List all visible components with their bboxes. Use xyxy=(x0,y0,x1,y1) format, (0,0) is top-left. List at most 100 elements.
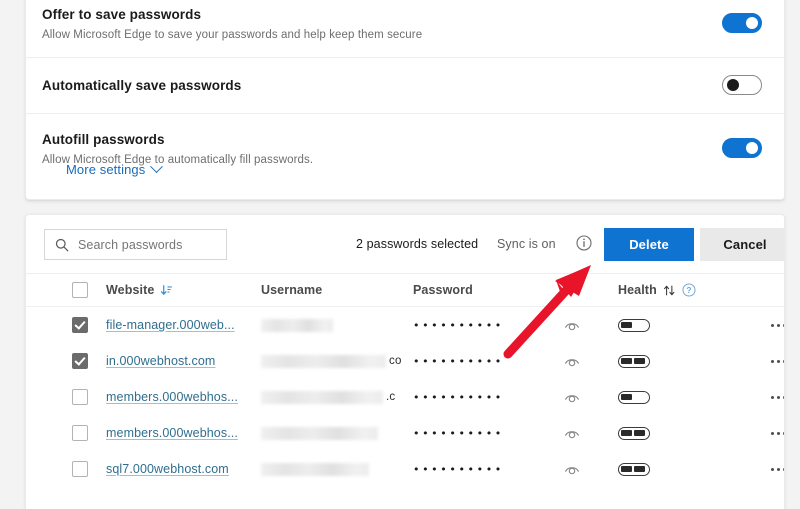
table-row[interactable]: sql7.000webhost.com •••••••••• xyxy=(26,451,784,487)
dot xyxy=(783,396,785,399)
dot xyxy=(771,396,774,399)
password-health-indicator[interactable] xyxy=(618,391,650,404)
dot xyxy=(771,432,774,435)
table-row[interactable]: file-manager.000web... •••••••••• xyxy=(26,307,784,343)
eye-icon[interactable] xyxy=(563,352,581,370)
password-masked: •••••••••• xyxy=(413,355,504,368)
row-select-checkbox[interactable] xyxy=(72,317,88,333)
table-row[interactable]: members.000webhos....c•••••••••• xyxy=(26,379,784,415)
search-placeholder: Search passwords xyxy=(78,238,182,252)
svg-text:?: ? xyxy=(686,285,691,295)
table-header-row: Website Username Password Health xyxy=(26,273,784,307)
website-link[interactable]: members.000webhos... xyxy=(106,426,238,440)
more-options-icon[interactable] xyxy=(771,396,785,399)
website-link[interactable]: members.000webhos... xyxy=(106,390,238,404)
more-settings-label: More settings xyxy=(66,162,145,177)
dot xyxy=(771,468,774,471)
toggle-knob xyxy=(746,142,758,154)
health-segment xyxy=(634,358,645,364)
website-link[interactable]: sql7.000webhost.com xyxy=(106,462,229,476)
more-settings-link[interactable]: More settings xyxy=(66,162,161,177)
password-health-indicator[interactable] xyxy=(618,463,650,476)
row-select-checkbox[interactable] xyxy=(72,389,88,405)
username-redacted xyxy=(261,427,378,440)
automatically-save-passwords-toggle[interactable] xyxy=(722,75,762,95)
search-passwords-input[interactable]: Search passwords xyxy=(44,229,227,260)
password-health-indicator[interactable] xyxy=(618,355,650,368)
passwords-table: Website Username Password Health xyxy=(26,273,784,487)
dot xyxy=(777,468,780,471)
more-options-icon[interactable] xyxy=(771,432,785,435)
website-link[interactable]: file-manager.000web... xyxy=(106,318,235,332)
passwords-toolbar: Search passwords 2 passwords selected Sy… xyxy=(26,215,784,273)
password-masked: •••••••••• xyxy=(413,391,504,404)
table-row[interactable]: members.000webhos... •••••••••• xyxy=(26,415,784,451)
dot xyxy=(783,432,785,435)
password-settings-card: Offer to save passwords Allow Microsoft … xyxy=(25,0,785,200)
eye-icon[interactable] xyxy=(563,388,581,406)
table-body: file-manager.000web...••••••••••in.000we… xyxy=(26,307,784,487)
more-options-icon[interactable] xyxy=(771,468,785,471)
health-segment xyxy=(634,466,645,472)
setting-row-automatically-save-passwords: Automatically save passwords xyxy=(26,58,784,113)
selected-count-label: 2 passwords selected xyxy=(356,237,478,251)
chevron-down-icon xyxy=(150,160,163,173)
autofill-passwords-toggle[interactable] xyxy=(722,138,762,158)
password-health-indicator[interactable] xyxy=(618,427,650,440)
column-header-health[interactable]: Health ? xyxy=(618,283,696,297)
row-select-checkbox[interactable] xyxy=(72,353,88,369)
sort-descending-icon xyxy=(160,284,173,297)
health-segment xyxy=(621,394,632,400)
toggle-knob xyxy=(746,17,758,29)
search-icon xyxy=(55,238,69,252)
eye-icon[interactable] xyxy=(563,316,581,334)
table-row[interactable]: in.000webhost.com co •••••••••• xyxy=(26,343,784,379)
eye-icon[interactable] xyxy=(563,460,581,478)
column-header-username[interactable]: Username xyxy=(261,283,322,297)
setting-title: Autofill passwords xyxy=(42,132,762,147)
dot xyxy=(783,324,785,327)
dot xyxy=(777,360,780,363)
more-options-icon[interactable] xyxy=(771,324,785,327)
username-redacted xyxy=(261,355,386,368)
password-masked: •••••••••• xyxy=(413,427,504,440)
password-masked: •••••••••• xyxy=(413,463,504,476)
password-health-indicator[interactable] xyxy=(618,319,650,332)
health-segment xyxy=(621,322,632,328)
select-all-checkbox[interactable] xyxy=(72,282,88,298)
more-options-icon[interactable] xyxy=(771,360,785,363)
column-header-password[interactable]: Password xyxy=(413,283,473,297)
username-redacted xyxy=(261,463,369,476)
row-select-checkbox[interactable] xyxy=(72,461,88,477)
health-segment xyxy=(634,430,645,436)
sort-both-icon xyxy=(663,284,676,297)
dot xyxy=(777,324,780,327)
column-header-website-label: Website xyxy=(106,283,154,297)
password-masked: •••••••••• xyxy=(413,319,504,332)
username-redacted xyxy=(261,319,333,332)
row-select-checkbox[interactable] xyxy=(72,425,88,441)
username-redacted xyxy=(261,391,383,404)
eye-icon[interactable] xyxy=(563,424,581,442)
dot xyxy=(771,324,774,327)
help-circle-icon[interactable]: ? xyxy=(682,283,696,297)
column-header-website[interactable]: Website xyxy=(106,283,173,297)
dot xyxy=(777,396,780,399)
setting-description: Allow Microsoft Edge to save your passwo… xyxy=(42,29,762,41)
dot xyxy=(783,360,785,363)
website-link[interactable]: in.000webhost.com xyxy=(106,354,215,368)
column-header-health-label: Health xyxy=(618,283,657,297)
delete-button[interactable]: Delete xyxy=(604,228,694,261)
health-segment xyxy=(621,466,632,472)
dot xyxy=(771,360,774,363)
username-visible-tail: co xyxy=(389,355,402,367)
dot xyxy=(777,432,780,435)
info-icon[interactable] xyxy=(576,235,592,251)
dot xyxy=(783,468,785,471)
cancel-button[interactable]: Cancel xyxy=(700,228,785,261)
column-header-username-label: Username xyxy=(261,283,322,297)
offer-to-save-passwords-toggle[interactable] xyxy=(722,13,762,33)
health-segment xyxy=(621,358,632,364)
toggle-knob xyxy=(727,79,739,91)
saved-passwords-card: Search passwords 2 passwords selected Sy… xyxy=(25,214,785,509)
